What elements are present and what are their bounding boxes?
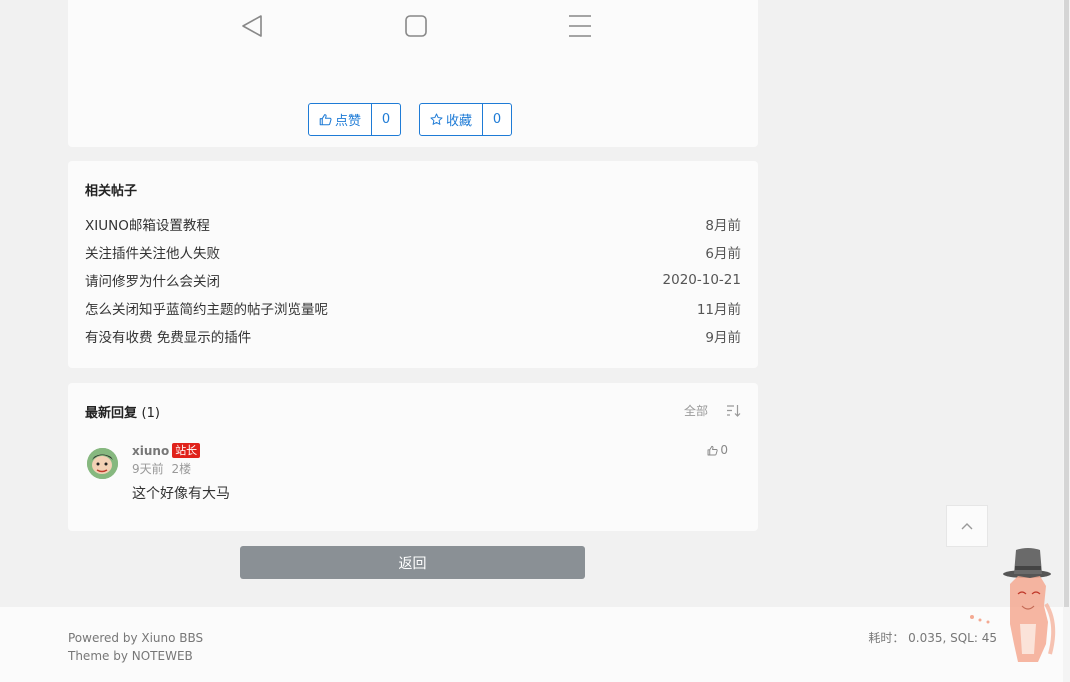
like-text: 点赞 xyxy=(335,114,362,129)
scrollbar-thumb[interactable] xyxy=(1064,0,1069,607)
menu-icon[interactable] xyxy=(566,12,594,40)
related-post-title[interactable]: 请问修罗为什么会关闭 xyxy=(85,270,220,290)
related-post-date: 8月前 xyxy=(705,218,741,234)
footer: Powered by Xiuno BBS Theme by NOTEWEB 耗时… xyxy=(0,607,1070,682)
reply-author: xiuno 站长 xyxy=(132,443,201,458)
like-count: 0 xyxy=(381,112,391,127)
powered-by-text: Powered by Xiuno BBS xyxy=(68,631,204,645)
related-posts-title: 相关帖子 xyxy=(85,184,138,199)
related-post-item[interactable]: 怎么关闭知乎蓝简约主题的帖子浏览量呢 11月前 xyxy=(85,297,741,319)
latest-replies-label: 最新回复 xyxy=(85,406,138,421)
related-post-date: 11月前 xyxy=(696,302,741,318)
avatar-image xyxy=(87,448,118,479)
reply-like-button[interactable]: 0 xyxy=(707,443,728,457)
favorite-count: 0 xyxy=(492,112,502,127)
related-post-title[interactable]: 有没有收费 免费显示的插件 xyxy=(85,326,251,346)
back-to-top-button[interactable] xyxy=(946,505,988,547)
related-post-date: 6月前 xyxy=(705,246,741,262)
reply-time: 9天前 xyxy=(132,462,164,476)
latest-replies-title: 最新回复 (1) xyxy=(85,402,160,421)
related-posts-card: 相关帖子 XIUNO邮箱设置教程 8月前 关注插件关注他人失败 6月前 请问修罗… xyxy=(68,161,758,368)
post-actions-card: 点赞 0 收藏 0 xyxy=(68,0,758,147)
related-post-item[interactable]: 关注插件关注他人失败 6月前 xyxy=(85,241,741,263)
replies-toolbar: 全部 xyxy=(684,402,741,419)
sort-icon[interactable] xyxy=(726,404,741,417)
related-post-date: 9月前 xyxy=(705,330,741,346)
page-scrollbar[interactable] xyxy=(1063,0,1070,682)
latest-replies-count: (1) xyxy=(141,406,160,421)
fox-mascot-icon xyxy=(970,548,1056,662)
favorite-button[interactable]: 收藏 0 xyxy=(419,103,513,136)
admin-badge: 站长 xyxy=(172,443,201,458)
theme-by-text: Theme by NOTEWEB xyxy=(68,649,193,663)
related-post-title[interactable]: 怎么关闭知乎蓝简约主题的帖子浏览量呢 xyxy=(85,298,328,318)
footer-credits: Powered by Xiuno BBS Theme by NOTEWEB xyxy=(68,629,203,665)
favorite-button-label[interactable]: 收藏 xyxy=(420,104,484,135)
related-post-date: 2020-10-21 xyxy=(662,272,741,288)
related-post-item[interactable]: 请问修罗为什么会关闭 2020-10-21 xyxy=(85,269,741,291)
reply-username[interactable]: xiuno xyxy=(132,444,169,458)
reply-floor: 2楼 xyxy=(171,462,192,476)
chevron-up-icon xyxy=(961,523,973,530)
reply-content: 这个好像有大马 xyxy=(132,486,230,502)
back-triangle-icon[interactable] xyxy=(239,12,267,40)
related-post-item[interactable]: 有没有收费 免费显示的插件 9月前 xyxy=(85,325,741,347)
related-post-title[interactable]: XIUNO邮箱设置教程 xyxy=(85,214,210,234)
latest-replies-card: 最新回复 (1) 全部 xiuno 站长 9天前 2楼 这个好像有大马 0 xyxy=(68,383,758,531)
home-square-icon[interactable] xyxy=(402,12,430,40)
like-button[interactable]: 点赞 0 xyxy=(308,103,402,136)
star-icon xyxy=(430,113,443,125)
favorite-text: 收藏 xyxy=(446,114,473,129)
related-post-title[interactable]: 关注插件关注他人失败 xyxy=(85,242,220,262)
filter-all-link[interactable]: 全部 xyxy=(684,402,708,419)
like-button-label[interactable]: 点赞 xyxy=(309,104,373,135)
thumbs-up-icon xyxy=(319,114,332,126)
reply-meta: 9天前 2楼 xyxy=(132,460,191,477)
thumbs-up-icon xyxy=(707,445,719,455)
related-post-item[interactable]: XIUNO邮箱设置教程 8月前 xyxy=(85,213,741,235)
back-button[interactable]: 返回 xyxy=(240,546,585,579)
reply-like-count: 0 xyxy=(720,443,728,457)
avatar[interactable] xyxy=(87,448,118,479)
